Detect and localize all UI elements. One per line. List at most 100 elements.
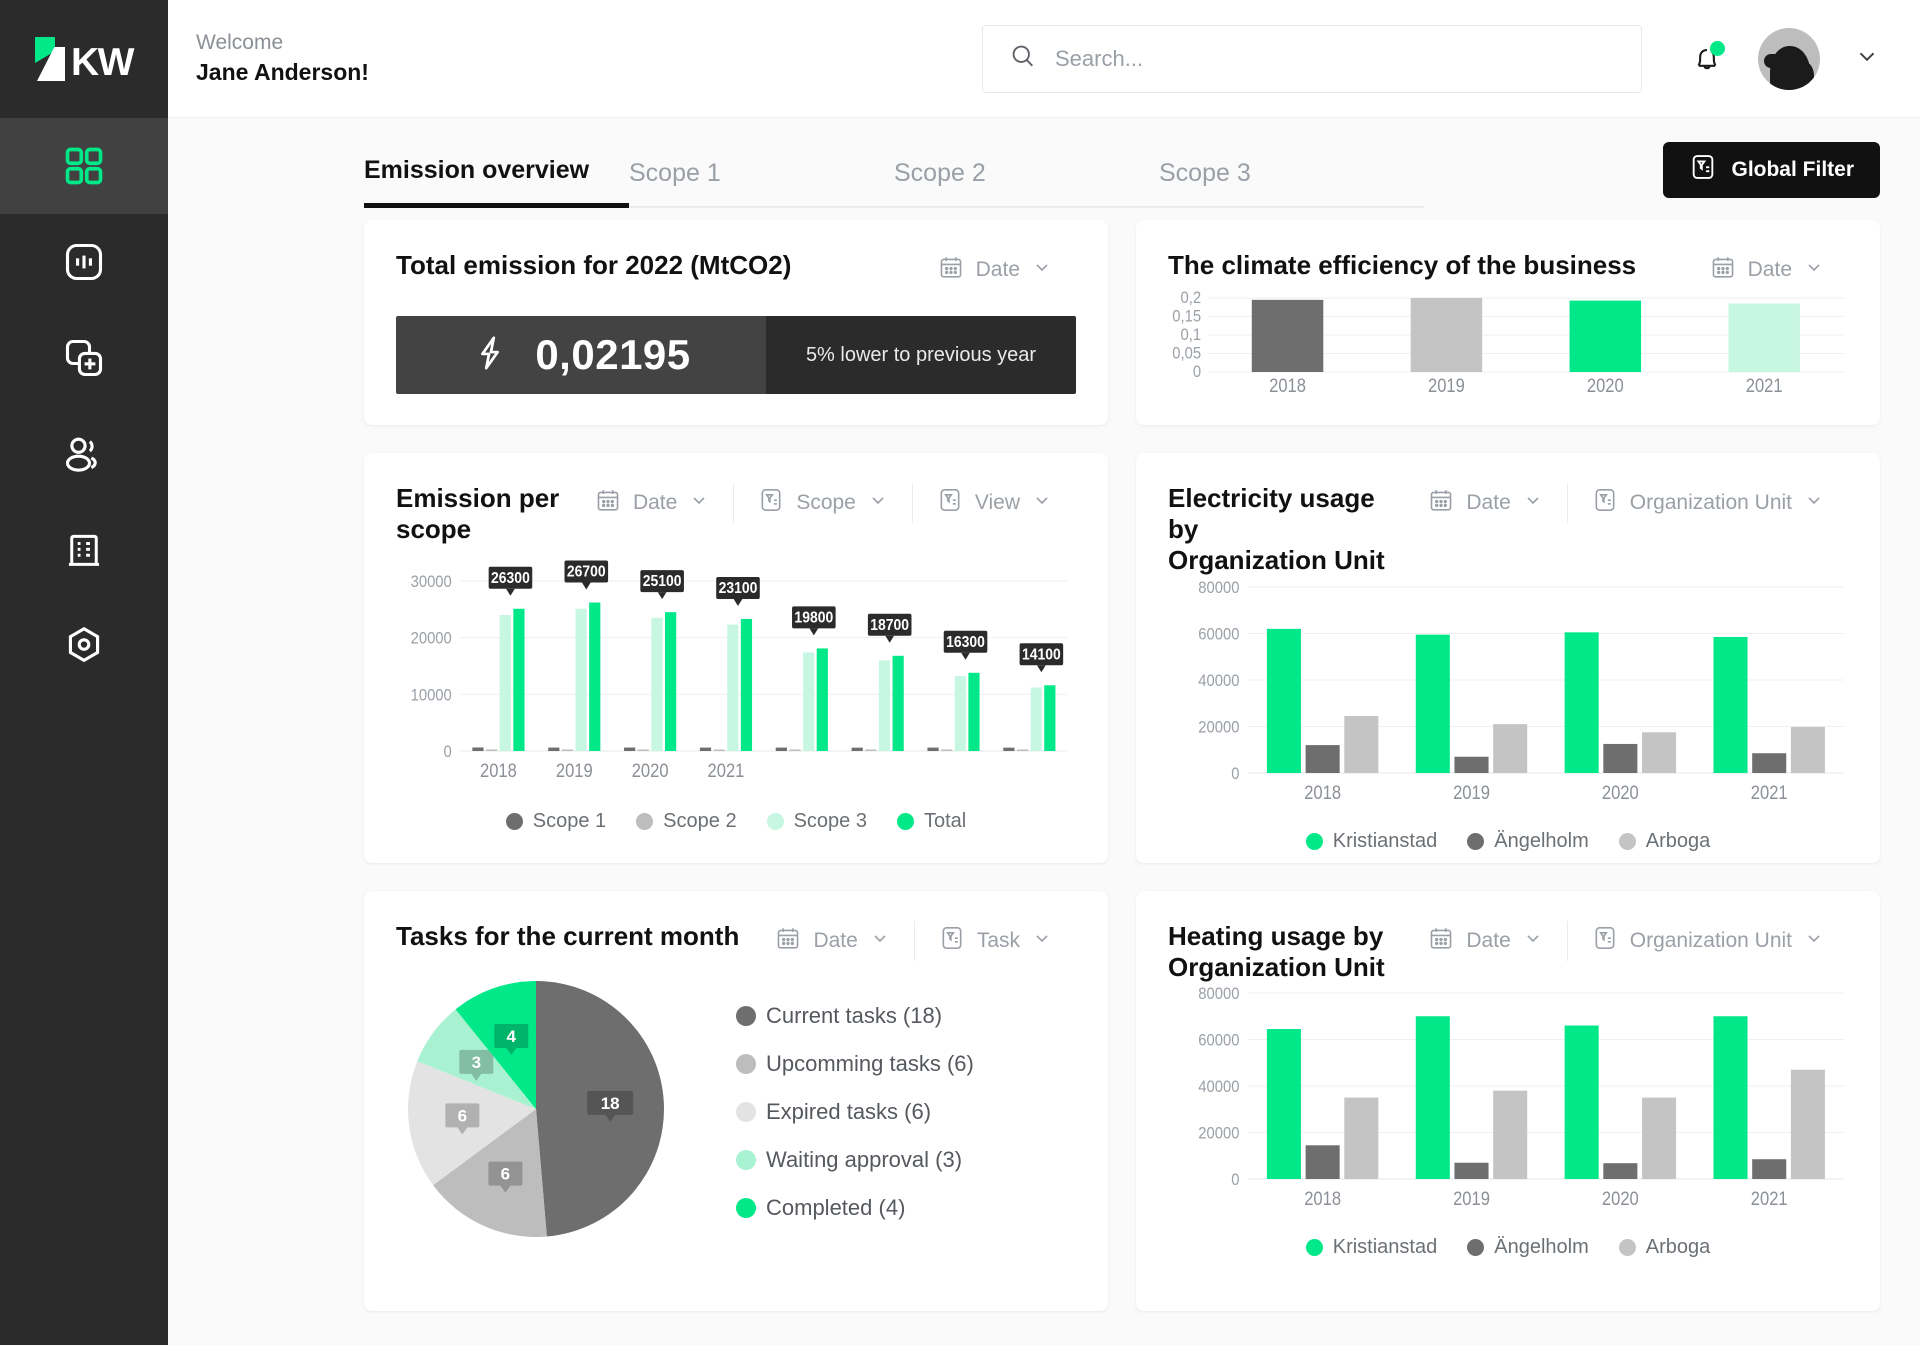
svg-text:2021: 2021 (1751, 1188, 1788, 1209)
global-filter-label: Global Filter (1731, 158, 1854, 181)
svg-text:18700: 18700 (870, 616, 909, 634)
legend-item[interactable]: Upcomming tasks (6) (736, 1051, 974, 1077)
bar (775, 747, 787, 752)
legend-item[interactable]: Kristianstad (1305, 1236, 1437, 1259)
logo[interactable]: KW (0, 0, 168, 118)
legend-item[interactable]: Arboga (1618, 1236, 1710, 1259)
bar (1003, 748, 1015, 752)
filter-icon (937, 487, 963, 519)
legend-color-dot (1618, 832, 1636, 850)
chevron-down-icon (1032, 257, 1052, 283)
date-filter-tasks[interactable]: Date (751, 921, 913, 961)
legend-color-dot (1467, 832, 1485, 850)
legend-item[interactable]: Total (896, 810, 967, 833)
legend-label: Current tasks (18) (766, 1003, 943, 1028)
bar (1642, 731, 1677, 773)
legend-item[interactable]: Ängelholm (1467, 830, 1589, 853)
bell-icon (1690, 48, 1724, 81)
chevron-down-icon (1804, 257, 1824, 283)
welcome-label: Welcome (196, 30, 284, 54)
tab-scope-2[interactable]: Scope 2 (894, 159, 1159, 208)
legend-item[interactable]: Current tasks (18) (736, 1003, 974, 1029)
legend-item[interactable]: Scope 1 (505, 810, 606, 833)
bar (789, 749, 801, 752)
profile-chevron-down-icon[interactable] (1854, 43, 1880, 74)
legend-item[interactable]: Scope 2 (636, 810, 737, 833)
task-filter[interactable]: Task (913, 921, 1076, 961)
sidebar-item-organizations[interactable] (0, 502, 168, 598)
bar (954, 676, 966, 752)
bar (1344, 1098, 1379, 1180)
bar (740, 619, 753, 752)
sidebar-item-add-report[interactable] (0, 310, 168, 406)
grid-icon (62, 144, 106, 188)
scope-filter[interactable]: Scope (733, 483, 912, 523)
svg-text:26300: 26300 (491, 569, 530, 587)
org-unit-filter-electricity[interactable]: Organization Unit (1566, 483, 1848, 523)
svg-text:0,15: 0,15 (1172, 308, 1201, 326)
chevron-down-icon (870, 928, 890, 954)
card-title-line2: Organization Unit (1168, 545, 1385, 576)
bar (665, 612, 677, 752)
svg-text:80000: 80000 (1198, 579, 1239, 597)
legend-color-dot (766, 813, 784, 831)
card-title-line1: Heating usage by (1168, 921, 1384, 951)
org-unit-filter-heating[interactable]: Organization Unit (1566, 921, 1848, 961)
legend-color-dot (505, 813, 523, 831)
legend-label: Total (923, 810, 967, 833)
view-filter[interactable]: View (911, 483, 1076, 523)
org-unit-filter-label: Organization Unit (1629, 491, 1792, 514)
legend-label: Waiting approval (3) (766, 1147, 963, 1172)
sidebar-nav (0, 118, 168, 694)
bar (1713, 1016, 1748, 1180)
legend-item[interactable]: Arboga (1618, 830, 1710, 853)
gear-hexagon-icon (62, 624, 106, 668)
top-bar: Welcome Jane Anderson! (168, 0, 1920, 118)
bar (803, 652, 815, 752)
avatar[interactable] (1758, 27, 1820, 90)
legend-item[interactable]: Waiting approval (3) (736, 1147, 974, 1173)
date-filter-total-emission[interactable]: Date (914, 250, 1076, 290)
svg-text:3: 3 (472, 1053, 481, 1072)
legend-item[interactable]: Kristianstad (1305, 830, 1437, 853)
svg-text:80000: 80000 (1198, 986, 1239, 1004)
search-input[interactable] (1055, 45, 1615, 72)
notifications-button[interactable] (1690, 40, 1725, 77)
legend-item[interactable]: Ängelholm (1467, 1236, 1589, 1259)
date-filter-heating[interactable]: Date (1404, 921, 1566, 961)
date-filter-electricity[interactable]: Date (1404, 483, 1566, 523)
bar (1016, 749, 1029, 752)
kpi-banner: 0,02195 5% lower to previous year (396, 316, 1076, 394)
sidebar-item-analytics[interactable] (0, 214, 168, 310)
sidebar-item-users[interactable] (0, 406, 168, 502)
svg-text:40000: 40000 (1198, 1079, 1239, 1097)
legend-item[interactable]: Completed (4) (736, 1195, 974, 1221)
welcome-block: Welcome Jane Anderson! (196, 29, 369, 88)
calendar-icon (938, 254, 964, 286)
bar (865, 749, 877, 752)
svg-text:0,2: 0,2 (1181, 290, 1202, 307)
legend-color-dot (1305, 832, 1323, 850)
legend-emission-per-scope: Scope 1 Scope 2 Scope 3 Total (396, 810, 1076, 833)
dashboard-content: Total emission for 2022 (MtCO2) Date 0,0… (168, 208, 1920, 1345)
date-filter-emission-per-scope[interactable]: Date (571, 483, 733, 523)
search-box[interactable] (982, 24, 1642, 93)
date-filter-climate-efficiency[interactable]: Date (1686, 250, 1848, 290)
tab-scope-1[interactable]: Scope 1 (629, 159, 894, 208)
tab-emission-overview[interactable]: Emission overview (364, 156, 629, 208)
tab-scope-3[interactable]: Scope 3 (1159, 159, 1424, 208)
legend-color-dot (736, 1054, 756, 1074)
global-filter-button[interactable]: Global Filter (1663, 142, 1880, 198)
bar (1603, 743, 1638, 773)
sidebar-item-dashboard[interactable] (0, 118, 168, 214)
legend-item[interactable]: Scope 3 (766, 810, 867, 833)
building-icon (63, 529, 105, 571)
bar (727, 625, 739, 752)
svg-text:2020: 2020 (1602, 1188, 1639, 1209)
chart-emission-per-scope: 30000 20000 10000 0 26300 26700 25100 23100 1980… (396, 545, 1076, 800)
legend-item[interactable]: Expired tasks (6) (736, 1099, 974, 1125)
sidebar-item-settings[interactable] (0, 598, 168, 694)
notification-badge-dot (1710, 40, 1725, 56)
bar (851, 748, 863, 752)
svg-text:6: 6 (501, 1165, 510, 1184)
